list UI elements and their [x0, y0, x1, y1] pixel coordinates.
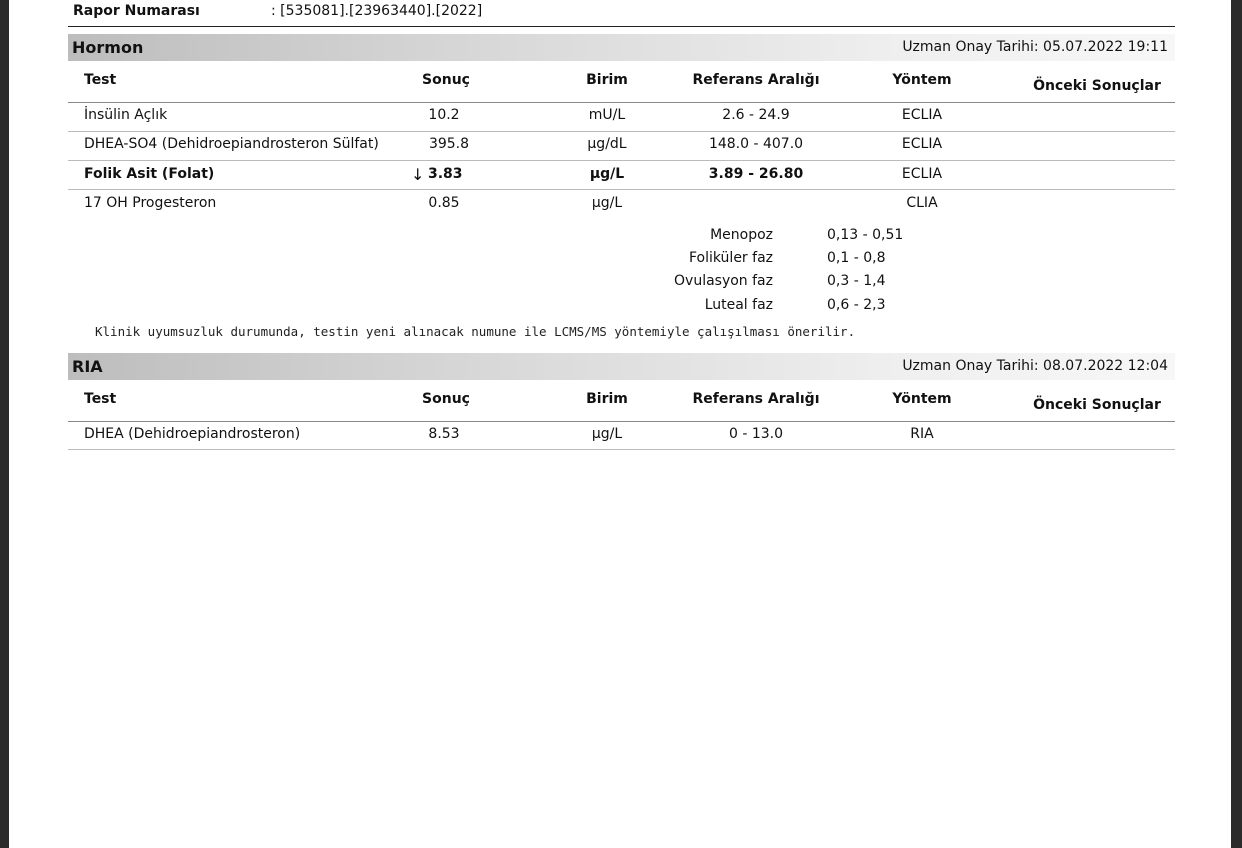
- row-divider: [68, 160, 1175, 161]
- col-header-test: Test: [84, 72, 117, 88]
- ria-row-0-ref: 0 - 13.0: [728, 426, 784, 442]
- phase-range-folikuler: 0,1 - 0,8: [827, 250, 886, 266]
- ria-row-0-result: 8.53: [428, 426, 460, 442]
- hormon-row-1-result: 395.8: [428, 136, 470, 152]
- col-header-ref: Referans Aralığı: [692, 391, 820, 407]
- col-header-previous: Önceki Sonuçlar: [1033, 78, 1161, 94]
- col-header-method: Yöntem: [892, 72, 952, 88]
- hormon-row-1-unit: µg/dL: [587, 136, 627, 152]
- section-title-hormon: Hormon: [72, 38, 144, 57]
- report-number-value: : [535081].[23963440].[2022]: [271, 3, 483, 19]
- clinical-note: Klinik uyumsuzluk durumunda, testin yeni…: [95, 324, 856, 339]
- low-flag-icon: ↓: [411, 165, 425, 184]
- phase-name-menopoz: Menopoz: [710, 227, 773, 243]
- ria-row-0-method: RIA: [910, 426, 934, 442]
- hormon-row-1-ref: 148.0 - 407.0: [708, 136, 804, 152]
- hormon-row-0-unit: mU/L: [588, 107, 626, 123]
- phase-range-ovulasyon: 0,3 - 1,4: [827, 273, 886, 289]
- report-page: Rapor Numarası : [535081].[23963440].[20…: [9, 0, 1231, 848]
- hormon-row-2-test: Folik Asit (Folat): [84, 166, 215, 182]
- hormon-row-3-result: 0.85: [428, 195, 460, 211]
- phase-range-menopoz: 0,13 - 0,51: [827, 227, 904, 243]
- col-header-previous: Önceki Sonuçlar: [1033, 397, 1161, 413]
- hormon-row-2-result: 3.83: [428, 166, 463, 182]
- col-header-unit: Birim: [586, 391, 628, 407]
- hormon-row-1-test: DHEA-SO4 (Dehidroepiandrosteron Sülfat): [84, 136, 379, 152]
- col-header-test: Test: [84, 391, 117, 407]
- hormon-row-3-unit: µg/L: [591, 195, 623, 211]
- header-divider: [68, 421, 1175, 422]
- report-number-label: Rapor Numarası: [73, 3, 200, 19]
- hormon-row-2-ref: 3.89 - 26.80: [708, 166, 804, 182]
- phase-range-luteal: 0,6 - 2,3: [827, 297, 886, 313]
- hormon-row-0-test: İnsülin Açlık: [84, 107, 168, 123]
- row-divider: [68, 449, 1175, 450]
- row-divider: [68, 189, 1175, 190]
- hormon-row-3-method: CLIA: [906, 195, 938, 211]
- row-divider: [68, 131, 1175, 132]
- col-header-method: Yöntem: [892, 391, 952, 407]
- col-header-result: Sonuç: [422, 391, 470, 407]
- phase-name-luteal: Luteal faz: [704, 297, 773, 313]
- ria-row-0-unit: µg/L: [591, 426, 623, 442]
- hormon-row-2-unit: µg/L: [589, 166, 625, 182]
- hormon-row-0-method: ECLIA: [901, 107, 943, 123]
- header-divider: [68, 102, 1175, 103]
- ria-row-0-test: DHEA (Dehidroepiandrosteron): [84, 426, 301, 442]
- phase-name-folikuler: Foliküler faz: [688, 250, 773, 266]
- hormon-row-0-result: 10.2: [428, 107, 460, 123]
- col-header-result: Sonuç: [422, 72, 470, 88]
- hormon-row-2-method: ECLIA: [901, 166, 943, 182]
- hormon-row-3-test: 17 OH Progesteron: [84, 195, 217, 211]
- approval-date-ria: Uzman Onay Tarihi: 08.07.2022 12:04: [902, 358, 1168, 374]
- approval-date-hormon: Uzman Onay Tarihi: 05.07.2022 19:11: [902, 39, 1168, 55]
- section-title-ria: RIA: [72, 357, 103, 376]
- phase-name-ovulasyon: Ovulasyon faz: [674, 273, 773, 289]
- hormon-row-1-method: ECLIA: [901, 136, 943, 152]
- hormon-row-0-ref: 2.6 - 24.9: [722, 107, 790, 123]
- col-header-ref: Referans Aralığı: [692, 72, 820, 88]
- col-header-unit: Birim: [586, 72, 628, 88]
- section-header-ria: RIA Uzman Onay Tarihi: 08.07.2022 12:04: [68, 353, 1175, 380]
- section-header-hormon: Hormon Uzman Onay Tarihi: 05.07.2022 19:…: [68, 34, 1175, 61]
- top-divider: [68, 26, 1175, 27]
